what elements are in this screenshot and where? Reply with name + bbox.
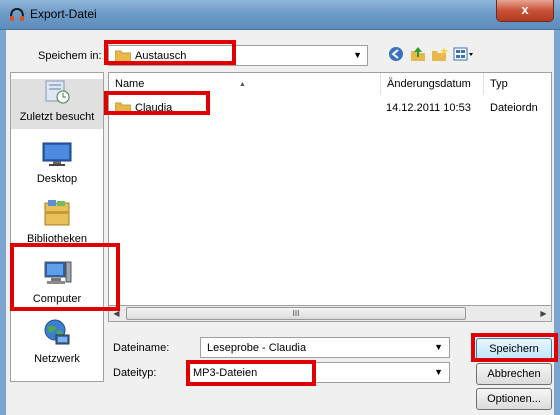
place-network[interactable]: Netzwerk	[11, 319, 103, 369]
file-type: Dateiordn	[490, 102, 538, 114]
chevron-down-icon: ▼	[434, 342, 443, 352]
filetype-select[interactable]: MP3-Dateien ▼	[186, 362, 450, 383]
computer-icon	[44, 261, 72, 284]
chevron-down-icon: ▼	[434, 367, 443, 377]
grip-icon: III	[292, 309, 300, 318]
column-header-name[interactable]: Name ▲	[109, 73, 381, 95]
place-label: Bibliotheken	[27, 233, 87, 245]
back-icon[interactable]	[387, 46, 405, 64]
save-in-label: Speichem in:	[38, 50, 102, 62]
options-button[interactable]: Optionen...	[476, 388, 552, 410]
close-icon: x	[521, 2, 529, 17]
sort-ascending-icon: ▲	[239, 81, 246, 88]
save-in-dropdown[interactable]: Austausch ▼	[108, 45, 368, 66]
folder-icon	[115, 50, 131, 63]
horizontal-scrollbar[interactable]: ◀ III ▶	[108, 305, 552, 322]
places-bar: Zuletzt besucht Desktop Bibliotheken Com…	[10, 72, 104, 382]
save-in-value: Austausch	[135, 50, 187, 62]
cancel-button[interactable]: Abbrechen	[476, 363, 552, 385]
scrollbar-thumb[interactable]: III	[126, 307, 466, 320]
filename-value: Leseprobe - Claudia	[207, 342, 307, 354]
libraries-icon	[44, 200, 70, 226]
close-button[interactable]: x	[496, 0, 554, 22]
filename-label: Dateiname:	[113, 342, 170, 354]
network-icon	[44, 319, 70, 345]
file-date: 14.12.2011 10:53	[386, 102, 471, 114]
desktop-icon	[42, 142, 72, 166]
column-header-type[interactable]: Typ	[484, 73, 551, 95]
new-folder-icon[interactable]	[431, 46, 449, 64]
filetype-label: Dateityp:	[113, 367, 157, 379]
filetype-value: MP3-Dateien	[193, 367, 258, 379]
up-folder-icon[interactable]	[409, 46, 427, 64]
place-desktop[interactable]: Desktop	[11, 141, 103, 189]
chevron-down-icon: ▼	[353, 50, 362, 60]
place-recent[interactable]: Zuletzt besucht	[11, 79, 103, 129]
title-bar: Export-Datei x	[0, 0, 560, 30]
window-title: Export-Datei	[30, 7, 97, 21]
folder-icon	[115, 102, 131, 115]
place-label: Computer	[32, 293, 82, 305]
place-label: Desktop	[36, 173, 78, 185]
place-label: Netzwerk	[34, 353, 80, 365]
save-button[interactable]: Speichern	[476, 338, 552, 360]
place-label: Zuletzt besucht	[19, 111, 95, 123]
file-name: Claudia	[135, 102, 173, 114]
filename-input[interactable]: Leseprobe - Claudia ▼	[200, 337, 450, 358]
scroll-left-icon[interactable]: ◀	[109, 307, 124, 320]
headphones-icon	[10, 8, 24, 21]
view-menu-icon[interactable]	[452, 46, 478, 64]
place-computer[interactable]: Computer	[11, 259, 103, 309]
scroll-right-icon[interactable]: ▶	[536, 307, 551, 320]
file-list[interactable]: Name ▲ Änderungsdatum Typ Claudia 14.12.…	[108, 72, 552, 322]
column-header-date[interactable]: Änderungsdatum	[381, 73, 484, 95]
recent-places-icon	[45, 80, 70, 104]
place-libraries[interactable]: Bibliotheken	[11, 199, 103, 249]
